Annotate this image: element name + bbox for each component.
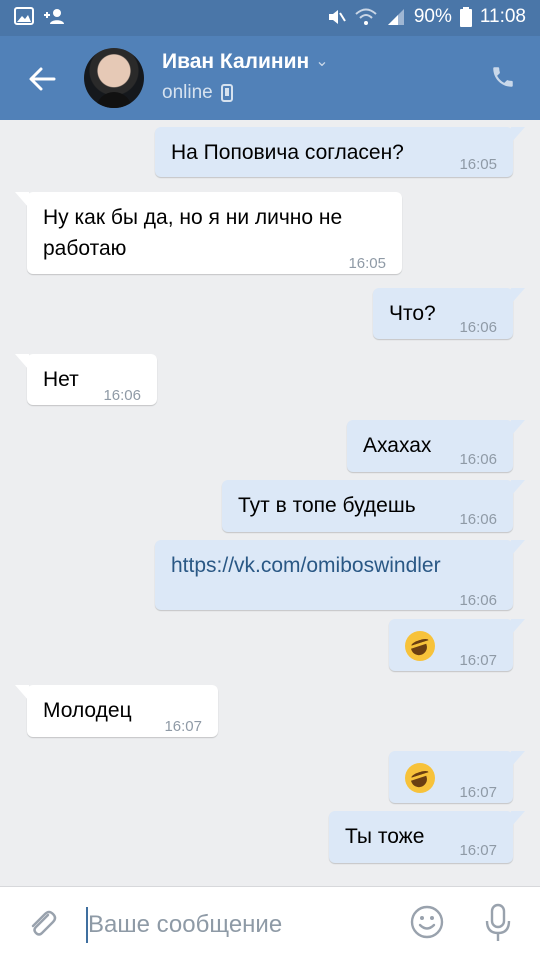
wifi-icon — [355, 8, 377, 25]
message-composer — [0, 886, 540, 961]
message-text: Что? — [389, 302, 436, 325]
message-time: 16:07 — [459, 784, 497, 801]
mute-icon — [328, 10, 346, 24]
message-bubble[interactable]: Молодец 16:07 — [15, 685, 218, 737]
message-bubble[interactable]: На Поповича согласен? 16:05 — [155, 127, 525, 177]
message-time: 16:07 — [164, 718, 202, 735]
chat-header: Иван Калинин ⌄ online — [0, 36, 540, 120]
message-time: 16:06 — [459, 319, 497, 336]
message-time: 16:05 — [348, 255, 386, 272]
message-bubble[interactable]: Ну как бы да, но я ни лично не работаю 1… — [15, 192, 402, 274]
message-bubble[interactable]: Нет 16:06 — [15, 354, 157, 405]
message-time: 16:06 — [459, 592, 497, 609]
message-text-line: Ну как бы да, но я ни лично не — [43, 206, 343, 229]
clock: 11:08 — [479, 6, 526, 27]
message-text: На Поповича согласен? — [171, 141, 404, 164]
message-time: 16:06 — [103, 387, 141, 404]
message-link[interactable]: https://vk.com/omiboswindler — [171, 550, 441, 581]
contact-status-row: online — [162, 82, 233, 104]
message-time: 16:07 — [459, 842, 497, 859]
message-text: Тут в топе будешь — [238, 494, 416, 517]
message-time: 16:07 — [459, 652, 497, 669]
laughing-emoji-icon — [405, 631, 435, 662]
message-input[interactable] — [86, 906, 390, 944]
message-text: Ахахах — [363, 434, 432, 457]
message-bubble[interactable]: Что? 16:06 — [373, 288, 525, 339]
message-bubble[interactable]: Ты тоже 16:07 — [329, 811, 525, 863]
message-text-line: работаю — [43, 237, 127, 260]
message-time: 16:05 — [459, 156, 497, 173]
mobile-device-icon — [220, 84, 233, 102]
add-contact-icon — [44, 9, 64, 24]
message-bubble[interactable]: 16:07 — [389, 619, 525, 671]
chevron-down-icon: ⌄ — [315, 53, 329, 70]
battery-percent: 90% — [413, 6, 452, 27]
avatar[interactable] — [84, 48, 144, 108]
message-text: Ты тоже — [345, 825, 425, 848]
contact-status: online — [162, 82, 213, 103]
back-arrow-icon[interactable] — [26, 63, 58, 95]
paperclip-icon[interactable] — [26, 907, 58, 939]
message-bubble[interactable]: Тут в топе будешь 16:06 — [222, 480, 525, 532]
battery-icon — [459, 7, 472, 27]
message-time: 16:06 — [459, 451, 497, 468]
status-bar: 90% 11:08 — [0, 0, 540, 36]
laughing-emoji-icon — [405, 763, 435, 794]
message-text: Нет — [43, 368, 79, 391]
phone-call-icon[interactable] — [490, 64, 516, 90]
signal-icon — [387, 9, 404, 25]
message-list[interactable]: На Поповича согласен? 16:05 Ну как бы да… — [0, 120, 540, 886]
contact-name-row[interactable]: Иван Калинин ⌄ — [162, 50, 329, 74]
gallery-icon — [14, 7, 34, 25]
contact-name: Иван Калинин — [162, 50, 310, 73]
smiley-icon[interactable] — [410, 905, 444, 939]
message-bubble[interactable]: 16:07 — [389, 751, 525, 803]
message-bubble[interactable]: https://vk.com/omiboswindler 16:06 — [155, 540, 525, 610]
message-bubble[interactable]: Ахахах 16:06 — [347, 420, 525, 472]
microphone-icon[interactable] — [484, 903, 512, 943]
message-time: 16:06 — [459, 511, 497, 528]
message-text: Молодец — [43, 699, 132, 722]
